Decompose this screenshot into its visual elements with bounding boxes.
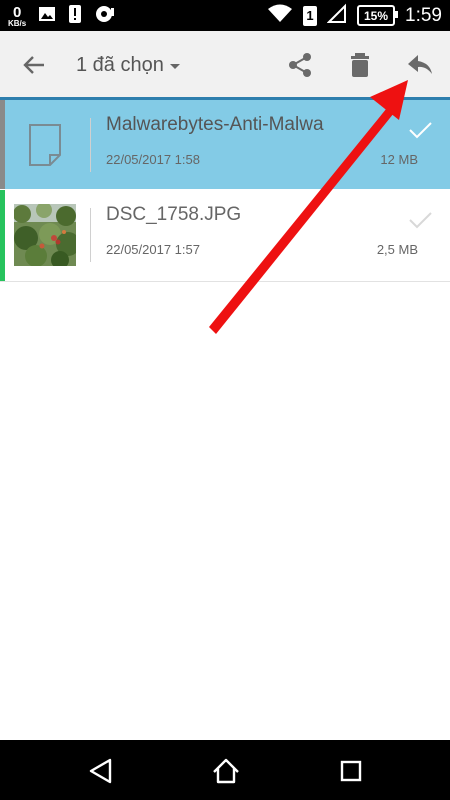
nav-recent-icon [340, 760, 362, 782]
checkmark-icon[interactable] [408, 208, 432, 232]
move-button[interactable] [406, 51, 434, 79]
wifi-icon [267, 3, 293, 28]
sync-icon [94, 4, 116, 29]
selection-count-title: 1 đã chọn [76, 53, 164, 76]
row-divider [90, 208, 91, 262]
file-row[interactable]: Malwarebytes-Anti-Malwa 22/05/2017 1:58 … [0, 100, 450, 189]
checkmark-icon[interactable] [408, 118, 432, 142]
network-speed-value: 0 [12, 3, 22, 21]
gallery-icon [38, 5, 56, 28]
delete-button[interactable] [346, 51, 374, 79]
file-date: 22/05/2017 1:57 [106, 242, 200, 257]
document-icon [29, 124, 61, 166]
status-right: 1 15% 1:59 [267, 0, 442, 31]
file-type-accent [0, 190, 5, 281]
delete-icon [351, 53, 369, 77]
back-arrow-icon [23, 56, 44, 74]
status-left: 0 KB/s [8, 3, 116, 29]
row-divider [90, 118, 91, 172]
file-size: 12 MB [380, 152, 418, 167]
network-speed-unit: KB/s [8, 18, 27, 28]
nav-back-icon [89, 758, 112, 784]
battery-icon: 15% [357, 5, 399, 26]
file-date: 22/05/2017 1:58 [106, 152, 200, 167]
share-button[interactable] [286, 51, 314, 79]
file-thumbnail [14, 114, 76, 176]
file-name: DSC_1758.JPG [106, 204, 242, 225]
status-time: 1:59 [405, 4, 442, 26]
signal-icon [326, 3, 347, 28]
navigation-bar [0, 740, 450, 800]
back-button[interactable] [20, 51, 48, 79]
selection-toolbar: 1 đã chọn [0, 31, 450, 97]
chevron-down-icon [169, 63, 180, 69]
photo-thumbnail [14, 204, 76, 266]
nav-recent-button[interactable] [336, 756, 366, 786]
alert-icon [68, 4, 82, 29]
file-size: 2,5 MB [376, 242, 418, 257]
status-bar: 0 KB/s 1 15% 1:59 [0, 0, 450, 31]
reply-icon [408, 55, 432, 74]
selection-dropdown[interactable]: 1 đã chọn [76, 51, 180, 79]
file-name: Malwarebytes-Anti-Malwa [106, 114, 324, 135]
sim-icon: 1 [303, 5, 318, 26]
file-type-accent [0, 100, 5, 189]
share-icon [289, 53, 311, 77]
file-row[interactable]: DSC_1758.JPG 22/05/2017 1:57 2,5 MB [0, 190, 450, 282]
nav-back-button[interactable] [86, 756, 116, 786]
nav-home-icon [213, 758, 239, 784]
network-speed: 0 KB/s [8, 5, 26, 28]
nav-home-button[interactable] [211, 756, 241, 786]
